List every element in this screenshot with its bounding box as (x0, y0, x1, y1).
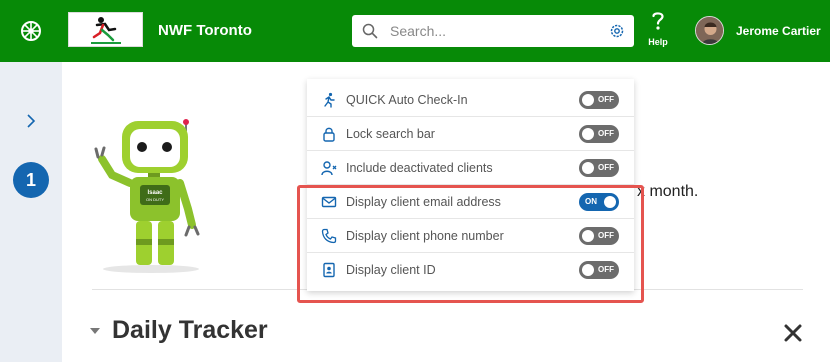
option-include-deactivated-clients[interactable]: Include deactivated clients OFF (307, 151, 634, 185)
top-bar: NWF Toronto Help Jerome Cartier (0, 0, 830, 62)
chevron-right-icon[interactable] (22, 112, 40, 130)
toggle-display-client-phone[interactable]: OFF (579, 227, 619, 245)
help-button[interactable]: Help (643, 11, 673, 51)
collapse-caret-icon[interactable] (90, 328, 100, 334)
toggle-lock-search-bar[interactable]: OFF (579, 125, 619, 143)
user-name[interactable]: Jerome Cartier (736, 24, 821, 38)
organization-name: NWF Toronto (158, 22, 252, 39)
running-person-icon (324, 92, 335, 108)
option-quick-auto-check-in[interactable]: QUICK Auto Check-In OFF (307, 83, 634, 117)
close-icon[interactable] (783, 323, 803, 343)
toggle-quick-auto-check-in[interactable]: OFF (579, 91, 619, 109)
toggle-knob (604, 196, 616, 208)
option-display-client-phone[interactable]: Display client phone number OFF (307, 219, 634, 253)
organization-logo[interactable] (68, 12, 143, 47)
daily-tracker-title: Daily Tracker (112, 316, 268, 344)
search-input[interactable] (390, 20, 600, 42)
toggle-include-deactivated-clients[interactable]: OFF (579, 159, 619, 177)
toggle-state: OFF (598, 265, 614, 274)
toggle-knob (582, 230, 594, 242)
option-display-client-email[interactable]: Display client email address ON (307, 185, 634, 219)
phone-icon (321, 228, 337, 244)
toggle-knob (582, 264, 594, 276)
robot-badge-sub: ON DUTY (146, 197, 164, 202)
option-label: Include deactivated clients (346, 161, 493, 175)
sidebar: 1 (0, 62, 62, 362)
option-label: Display client phone number (346, 229, 504, 243)
option-label: Lock search bar (346, 127, 435, 141)
search-bar[interactable] (352, 15, 634, 47)
gear-icon[interactable] (609, 23, 625, 39)
toggle-knob (582, 162, 594, 174)
user-remove-icon (321, 161, 337, 176)
option-label: Display client ID (346, 263, 436, 277)
help-label: Help (648, 37, 668, 47)
toggle-state: OFF (598, 95, 614, 104)
toggle-display-client-id[interactable]: OFF (579, 261, 619, 279)
avatar[interactable] (695, 16, 724, 45)
app-menu-icon[interactable] (19, 19, 43, 43)
step-badge[interactable]: 1 (13, 162, 49, 198)
option-label: Display client email address (346, 195, 501, 209)
id-card-icon (323, 262, 335, 278)
option-display-client-id[interactable]: Display client ID OFF (307, 253, 634, 287)
robot-mascot-illustration: Isaac ON DUTY (94, 119, 200, 273)
toggle-display-client-email[interactable]: ON (579, 193, 619, 211)
robot-badge: Isaac (147, 190, 163, 196)
toggle-knob (582, 128, 594, 140)
description-text-end: x month. (637, 183, 699, 200)
lock-icon (323, 127, 335, 142)
option-label: QUICK Auto Check-In (346, 93, 468, 107)
search-icon (362, 23, 378, 39)
envelope-icon (321, 196, 337, 208)
toggle-state: OFF (598, 231, 614, 240)
toggle-state: OFF (598, 163, 614, 172)
search-options-menu: QUICK Auto Check-In OFF Lock search bar … (307, 79, 634, 291)
toggle-state: OFF (598, 129, 614, 138)
option-lock-search-bar[interactable]: Lock search bar OFF (307, 117, 634, 151)
toggle-state: ON (585, 197, 597, 206)
toggle-knob (582, 94, 594, 106)
help-icon (652, 12, 664, 30)
